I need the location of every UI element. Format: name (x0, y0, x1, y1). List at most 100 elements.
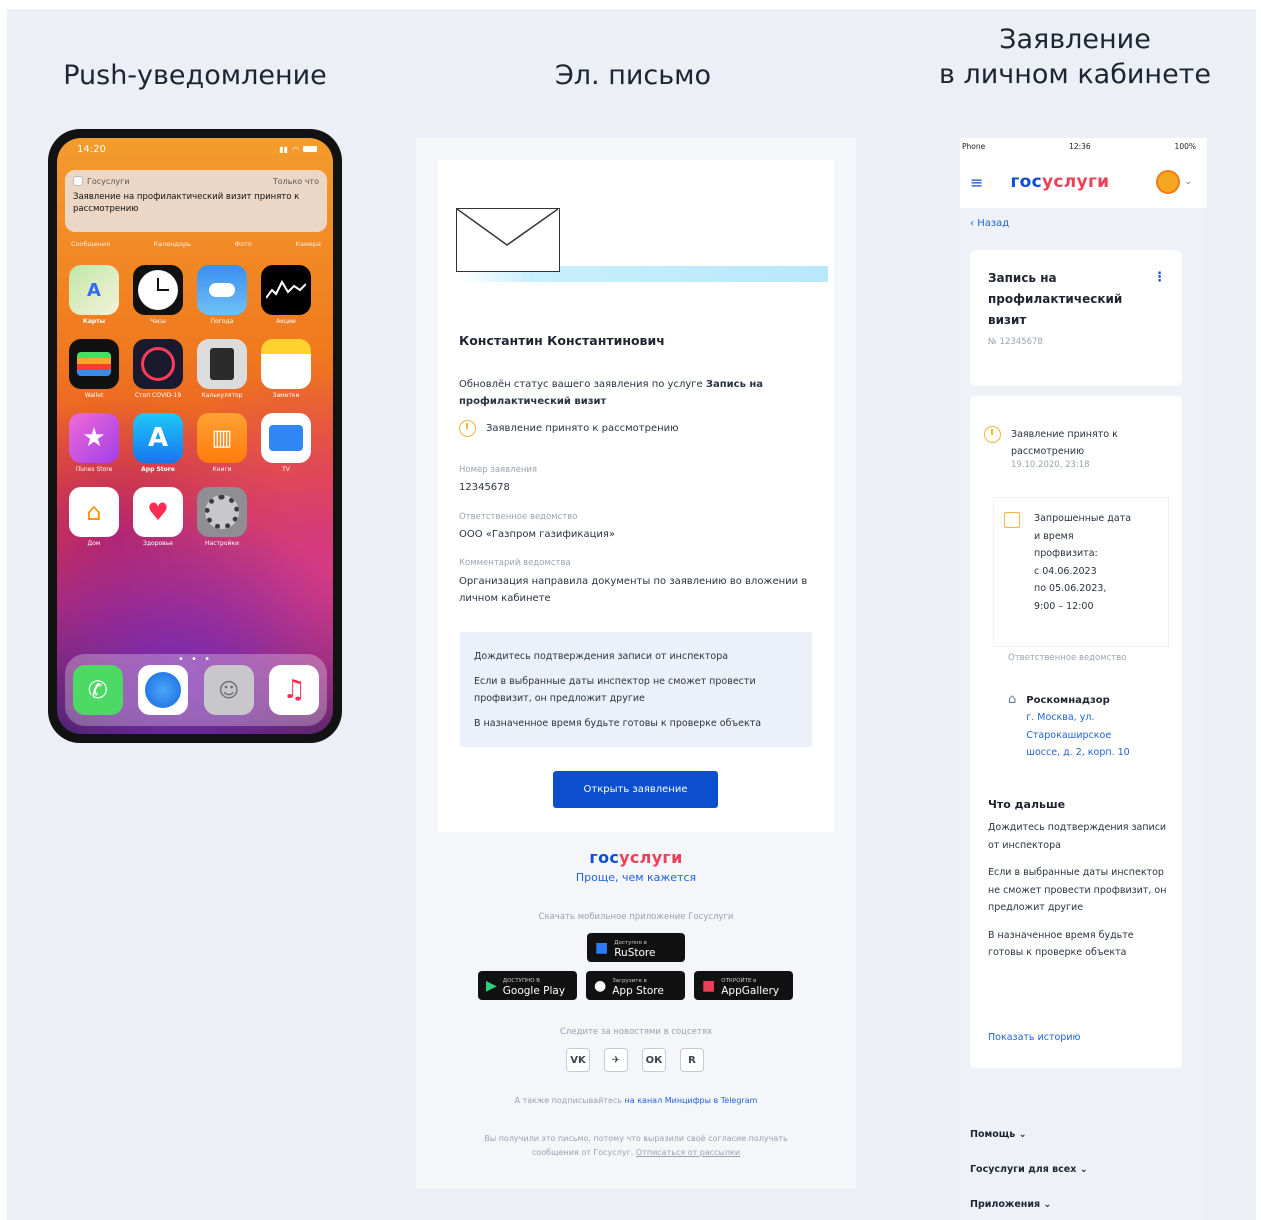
application-number: 12345678 (459, 482, 510, 493)
cabinet-column-title: Заявление в личном кабинете (938, 24, 1212, 90)
calendar-icon (1004, 512, 1020, 528)
more-icon[interactable]: ⋮ (1153, 270, 1166, 285)
phone-status-bar: 14:20 ▮▮ ◠ (57, 138, 333, 160)
battery-level: 100% (1174, 142, 1196, 151)
agency-name: Роскомнадзор (1026, 695, 1110, 706)
cabinet-header: ≡ госуслуги ⌄ (970, 170, 1192, 194)
huawei-icon: ■ (702, 977, 716, 994)
requested-time-block: Запрошенные дата и время профвизита: с 0… (994, 498, 1168, 646)
contacts-icon[interactable]: ☺ (203, 665, 254, 715)
clock-icon (459, 420, 476, 437)
application-card: Запись на профилактический визит № 12345… (970, 250, 1182, 386)
agency-comment: Организация направила документы по заявл… (459, 576, 808, 604)
wallet-icon[interactable]: Wallet (69, 339, 119, 399)
application-title: Запись на профилактический визит (988, 271, 1123, 327)
notes-icon[interactable]: Заметки (261, 339, 311, 399)
rustore-badge[interactable]: ■ Доступно в RuStore (587, 933, 685, 962)
date-from: с 04.06.2023 (1034, 565, 1097, 577)
show-history-link[interactable]: Показать историю (988, 1032, 1081, 1043)
menu-icon[interactable]: ≡ (970, 173, 983, 192)
chevron-down-icon: ⌄ (1079, 1164, 1088, 1175)
chevron-down-icon: ⌄ (1184, 177, 1192, 187)
telegram-icon[interactable]: ✈ (604, 1048, 628, 1072)
signal-icon: ▮▮ (279, 144, 289, 154)
agency-address[interactable]: г. Москва, ул. Старокаширское шоссе, д. … (1026, 709, 1146, 762)
email-column-title: Эл. письмо (554, 60, 712, 91)
google-play-badge[interactable]: ▶ ДОСТУПНО В Google Play (478, 971, 577, 1000)
books-icon[interactable]: ▥ Книги (197, 413, 247, 473)
phone-mockup: 14:20 ▮▮ ◠ Госуслуги Только что Заявлени… (48, 129, 342, 743)
back-link[interactable]: ‹ Назад (970, 218, 1009, 229)
tagline: Проще, чем кажется (575, 871, 697, 884)
building-icon: ⌂ (1008, 692, 1017, 707)
requested-label: Запрошенные дата и время профвизита: (1034, 513, 1132, 559)
agency-label: Ответственное ведомство (459, 512, 578, 522)
profile-menu[interactable]: ⌄ (1156, 170, 1192, 194)
status-block: Заявление принято к рассмотрению 19.10.2… (984, 426, 1141, 470)
number-label: Номер заявления (459, 465, 538, 475)
health-icon[interactable]: ♥ Здоровье (133, 487, 183, 547)
email-footer: Вы получили это письмо, потому что выраз… (484, 1134, 788, 1157)
carrier: Phone (962, 142, 986, 151)
covid-icon[interactable]: Стоп COVID-19 (133, 339, 183, 399)
settings-icon[interactable]: Настройки (197, 487, 247, 547)
app-grid: A Карты Часы Погода Акции Wallet Стоп COV… (69, 265, 325, 547)
avatar (1156, 170, 1181, 194)
info-box: Дождитесь подтверждения записи от инспек… (460, 632, 812, 747)
app-store-badge[interactable]: ● Загрузите в App Store (586, 971, 685, 1000)
push-notification[interactable]: Госуслуги Только что Заявление на профил… (65, 170, 327, 232)
recipient-name: Константин Константинович (459, 333, 665, 348)
apple-icon: ● (594, 977, 607, 994)
battery-icon (303, 146, 317, 152)
appgallery-badge[interactable]: ■ ОТКРОЙТЕ в AppGallery (694, 971, 793, 1000)
appstore-icon[interactable]: A App Store (133, 413, 183, 473)
envelope-icon (456, 208, 560, 272)
status-date: 19.10.2020, 23:18 (1011, 460, 1090, 470)
notification-time: Только что (272, 176, 319, 186)
dock: ✆ ☺ ♫ (65, 654, 327, 726)
calculator-icon[interactable]: Калькулятор (197, 339, 247, 399)
gosuslugi-logo[interactable]: госуслуги (416, 848, 856, 867)
clock-icon[interactable]: Часы (133, 265, 183, 325)
files-icon[interactable]: TV (261, 413, 311, 473)
phone-icon[interactable]: ✆ (72, 665, 123, 715)
status-time: 14:20 (77, 143, 106, 155)
cabinet-status-bar: Phone 12:36 100% (962, 142, 1196, 151)
chevron-down-icon: ⌄ (1018, 1129, 1027, 1140)
home-icon[interactable]: ⌂ Дом (69, 487, 119, 547)
status-text: Заявление принято к рассмотрению (1011, 429, 1118, 457)
unsubscribe-link[interactable]: Отписаться от рассылки (636, 1148, 740, 1157)
maps-icon[interactable]: A Карты (69, 265, 119, 325)
email-intro: Обновлён статус вашего заявления по услу… (459, 379, 764, 407)
email-status: Заявление принято к рассмотрению (459, 420, 679, 437)
comment-label: Комментарий ведомства (459, 558, 571, 568)
rustore-icon: ■ (595, 939, 609, 956)
gosuslugi-app-icon (73, 176, 83, 186)
vk-icon[interactable]: VK (566, 1048, 590, 1072)
clock-icon (984, 426, 1001, 443)
odnoklassniki-icon[interactable]: ОК (642, 1048, 666, 1072)
application-details: Заявление принято к рассмотрению 19.10.2… (970, 396, 1182, 1068)
gosuslugi-logo[interactable]: госуслуги (1011, 172, 1110, 192)
footer-accessibility[interactable]: Госуслуги для всех ⌄ (970, 1164, 1088, 1175)
agency-name: ООО «Газпром газификация» (459, 529, 616, 540)
telegram-text: А также подписывайтесь на канал Минцифры… (514, 1096, 758, 1105)
next-steps-title: Что дальше (988, 798, 1066, 811)
cabinet-time: 12:36 (1069, 142, 1091, 151)
telegram-channel-link[interactable]: на канал Минцифры в Telegram (625, 1096, 758, 1105)
music-icon[interactable]: ♫ (269, 665, 320, 715)
push-column-title: Push-уведомление (63, 60, 327, 91)
date-to: по 05.06.2023, (1034, 583, 1107, 594)
footer-apps[interactable]: Приложения ⌄ (970, 1199, 1051, 1210)
next-steps: Что дальше Дождитесь подтверждения запис… (988, 798, 1167, 958)
hidden-app-labels: Сообщения Календарь Фото Камера (71, 240, 321, 248)
stocks-icon[interactable]: Акции (261, 265, 311, 325)
safari-icon[interactable] (138, 665, 189, 715)
rutube-icon[interactable]: R (680, 1048, 704, 1072)
star-icon[interactable]: ★ iTunes Store (69, 413, 119, 473)
agency-block: ⌂ Роскомнадзор г. Москва, ул. Старокашир… (1008, 692, 1146, 762)
open-application-button[interactable]: Открыть заявление (553, 771, 718, 808)
weather-icon[interactable]: Погода (197, 265, 247, 325)
time-range: 9:00 – 12:00 (1034, 600, 1094, 612)
footer-help[interactable]: Помощь ⌄ (970, 1129, 1027, 1140)
